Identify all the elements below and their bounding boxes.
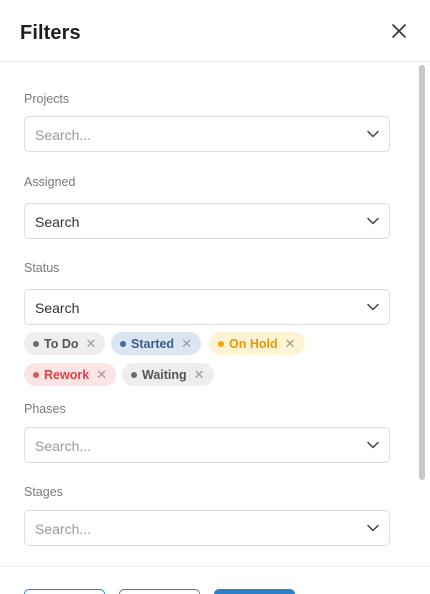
status-tag-waiting: Waiting ✕: [122, 363, 214, 386]
projects-label: Projects: [24, 92, 70, 106]
phases-select[interactable]: Search...: [24, 427, 390, 463]
footer-button-1[interactable]: [24, 589, 105, 594]
assigned-value: Search: [35, 214, 80, 230]
tag-label: On Hold: [229, 336, 278, 351]
remove-tag-icon[interactable]: ✕: [85, 336, 96, 352]
chevron-down-icon: [367, 303, 379, 311]
chevron-down-icon: [367, 441, 379, 449]
assigned-label: Assigned: [24, 175, 76, 189]
tag-dot: [33, 371, 39, 378]
remove-tag-icon[interactable]: ✕: [181, 336, 192, 352]
remove-tag-icon[interactable]: ✕: [194, 367, 205, 383]
tag-label: To Do: [44, 336, 79, 351]
phases-placeholder: Search...: [35, 438, 92, 454]
stages-label: Stages: [24, 485, 63, 499]
status-tag-on-hold: On Hold ✕: [209, 332, 305, 355]
status-tag-started: Started ✕: [111, 332, 201, 355]
status-select[interactable]: Search: [24, 289, 390, 325]
close-icon[interactable]: [388, 20, 410, 42]
tag-label: Waiting: [142, 367, 187, 382]
status-tag-rework: Rework ✕: [24, 363, 117, 386]
status-value: Search: [35, 300, 80, 316]
tag-dot: [131, 371, 137, 378]
tag-dot: [120, 340, 126, 347]
stages-placeholder: Search...: [35, 521, 92, 537]
assigned-select[interactable]: Search: [24, 203, 390, 239]
chevron-down-icon: [367, 217, 379, 225]
remove-tag-icon[interactable]: ✕: [285, 336, 296, 352]
remove-tag-icon[interactable]: ✕: [96, 367, 107, 383]
footer-button-primary[interactable]: [214, 589, 295, 594]
tag-label: Started: [131, 336, 175, 351]
chevron-down-icon: [367, 130, 379, 138]
dialog-header: Filters: [0, 0, 430, 62]
phases-label: Phases: [24, 402, 66, 416]
tag-dot: [33, 340, 39, 347]
projects-placeholder: Search...: [35, 127, 92, 143]
tag-label: Rework: [44, 367, 90, 382]
dialog-title: Filters: [20, 22, 81, 44]
status-label: Status: [24, 261, 60, 275]
tag-dot: [218, 340, 224, 347]
dialog-footer: [0, 566, 430, 594]
status-tag-to-do: To Do ✕: [24, 332, 106, 355]
filters-body: Projects Search... Assigned Search Statu…: [0, 63, 430, 566]
projects-select[interactable]: Search...: [24, 116, 390, 152]
footer-button-2[interactable]: [119, 589, 200, 594]
stages-select[interactable]: Search...: [24, 510, 390, 546]
chevron-down-icon: [367, 524, 379, 532]
scrollbar[interactable]: [419, 63, 428, 566]
scrollbar-thumb[interactable]: [419, 65, 425, 480]
